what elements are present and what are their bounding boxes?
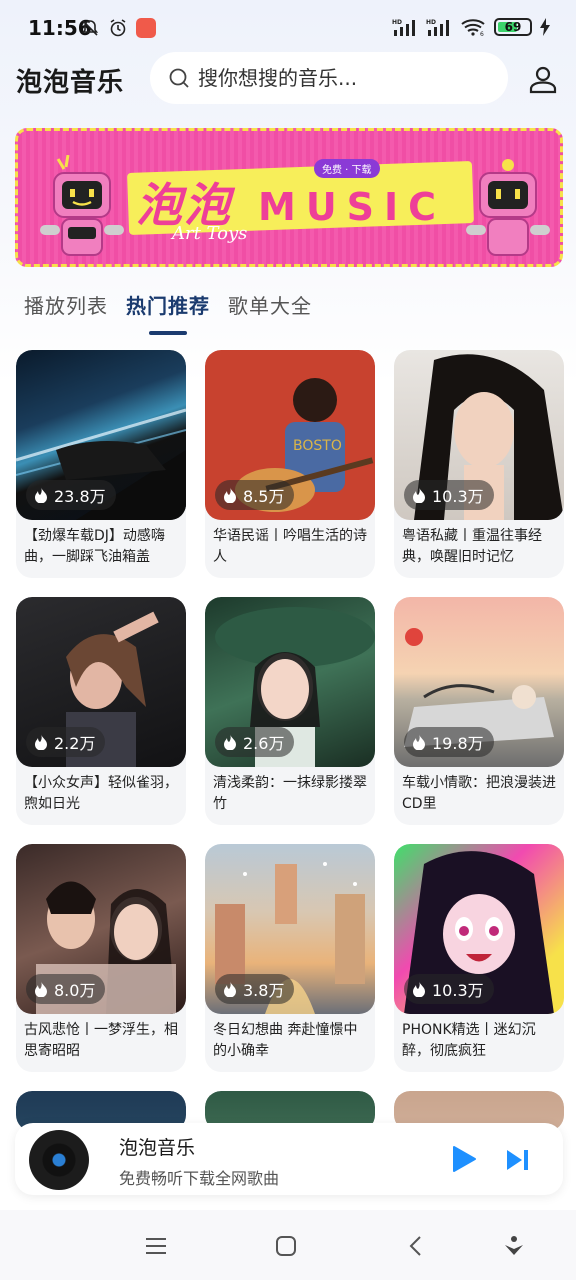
playlist-title: 冬日幻想曲 奔赴憧憬中的小确幸 (213, 1022, 358, 1059)
fire-icon (35, 734, 47, 750)
app-notification-icon (136, 18, 156, 38)
tab-playlist[interactable]: 播放列表 (24, 290, 108, 333)
search-bar[interactable] (150, 52, 508, 104)
hd-signal-icon: HD (426, 19, 449, 36)
playlist-card[interactable]: 10.3万 PHONK精选丨迷幻沉醉，彻底疯狂 (394, 844, 564, 1072)
tab-label: 热门推荐 (126, 294, 210, 318)
player-subtitle: 免费畅听下载全网歌曲 (119, 1169, 280, 1188)
playlist-card[interactable]: 19.8万 车载小情歌：把浪漫装进CD里 (394, 597, 564, 825)
charging-icon (540, 18, 550, 36)
tab-hot-recommend[interactable]: 热门推荐 (126, 290, 210, 335)
play-count: 10.3万 (432, 487, 484, 506)
play-count-badge: 23.8万 (26, 480, 116, 510)
playlist-title: 清浅柔韵：一抹绿影搂翠竹 (213, 775, 367, 812)
fire-icon (413, 734, 425, 750)
robot-illustration-left (40, 155, 124, 256)
play-count: 8.5万 (243, 487, 285, 506)
playlist-card[interactable]: 2.6万 清浅柔韵：一抹绿影搂翠竹 (205, 597, 375, 825)
mini-player[interactable]: 泡泡音乐 免费畅听下载全网歌曲 (15, 1123, 563, 1195)
playlist-card[interactable]: 3.8万 冬日幻想曲 奔赴憧憬中的小确幸 (205, 844, 375, 1072)
menu-icon[interactable] (144, 1234, 168, 1258)
user-icon[interactable] (528, 64, 558, 94)
tab-active-indicator (149, 331, 187, 335)
play-count: 8.0万 (54, 981, 96, 1000)
play-count-badge: 19.8万 (404, 727, 494, 757)
wifi-label: 6 (480, 31, 484, 36)
search-icon (169, 68, 189, 88)
playlist-title: 【劲爆车载DJ】动感嗨曲，一脚踩飞油箱盖 (24, 528, 165, 565)
home-icon[interactable] (274, 1234, 298, 1258)
next-track-icon[interactable] (505, 1147, 531, 1173)
app-header: 泡泡音乐 (0, 48, 576, 108)
play-count: 19.8万 (432, 734, 484, 753)
promo-banner[interactable]: 泡泡 MUSIC Art Toys 免费 · 下载 (15, 128, 563, 267)
playlist-title: 华语民谣丨吟唱生活的诗人 (213, 528, 367, 565)
playlist-title: 粤语私藏丨重温往事经典，唤醒旧时记忆 (402, 528, 542, 565)
category-tabs: 播放列表 热门推荐 歌单大全 (24, 290, 312, 335)
player-title: 泡泡音乐 (119, 1137, 196, 1159)
playlist-card[interactable]: 23.8万 【劲爆车载DJ】动感嗨曲，一脚踩飞油箱盖 (16, 350, 186, 578)
fire-icon (413, 981, 425, 997)
fire-icon (35, 981, 47, 997)
battery-level: 69 (504, 20, 522, 34)
svg-text:BOSTO: BOSTO (293, 438, 342, 454)
playlist-card[interactable]: 8.0万 古风悲怆丨一梦浮生，相思寄昭昭 (16, 844, 186, 1072)
playlist-card[interactable]: 2.2万 【小众女声】轻似雀羽，煦如日光 (16, 597, 186, 825)
play-count-badge: 10.3万 (404, 974, 494, 1004)
album-disc-icon (29, 1130, 89, 1190)
hd-signal-icon: HD (392, 19, 415, 36)
playlist-title: 古风悲怆丨一梦浮生，相思寄昭昭 (24, 1022, 178, 1059)
alarm-icon (110, 19, 126, 37)
play-count: 10.3万 (432, 981, 484, 1000)
play-count-badge: 2.6万 (215, 727, 295, 757)
search-input[interactable] (198, 66, 468, 90)
playlist-title: 【小众女声】轻似雀羽，煦如日光 (24, 775, 178, 812)
fire-icon (35, 487, 47, 503)
play-icon[interactable] (451, 1145, 477, 1173)
status-bar: 11:56 HD HD 6 69 (0, 0, 576, 48)
fire-icon (224, 981, 236, 997)
banner-logo: 泡泡 MUSIC Art Toys 免费 · 下载 (118, 155, 478, 245)
play-count-badge: 3.8万 (215, 974, 295, 1004)
wifi-icon: 6 (461, 19, 485, 36)
playlist-title: PHONK精选丨迷幻沉醉，彻底疯狂 (402, 1022, 536, 1059)
battery-icon: 69 (494, 18, 532, 36)
robot-illustration-right (466, 159, 550, 256)
system-navigation-bar (0, 1210, 576, 1280)
fire-icon (224, 487, 236, 503)
play-count-badge: 8.0万 (26, 974, 106, 1004)
playlist-title: 车载小情歌：把浪漫装进CD里 (402, 775, 556, 812)
mute-bell-icon (81, 20, 99, 36)
playlist-card[interactable]: BOSTO 8.5万 华语民谣丨吟唱生活的诗人 (205, 350, 375, 578)
play-count-badge: 10.3万 (404, 480, 494, 510)
playlist-card[interactable]: 10.3万 粤语私藏丨重温往事经典，唤醒旧时记忆 (394, 350, 564, 578)
play-count-badge: 2.2万 (26, 727, 106, 757)
banner-badge: 免费 · 下载 (314, 159, 380, 178)
assistant-icon[interactable] (502, 1234, 526, 1258)
fire-icon (224, 734, 236, 750)
play-count: 2.6万 (243, 734, 285, 753)
app-title: 泡泡音乐 (16, 68, 125, 98)
tab-all-playlists[interactable]: 歌单大全 (228, 290, 312, 333)
banner-title-en: MUSIC (258, 185, 447, 229)
play-count: 2.2万 (54, 734, 96, 753)
play-count: 3.8万 (243, 981, 285, 1000)
play-count: 23.8万 (54, 487, 106, 506)
fire-icon (413, 487, 425, 503)
back-icon[interactable] (404, 1234, 428, 1258)
hd-label: HD (426, 19, 436, 26)
hd-label: HD (392, 19, 402, 26)
play-count-badge: 8.5万 (215, 480, 295, 510)
banner-subtitle: Art Toys (172, 223, 248, 244)
